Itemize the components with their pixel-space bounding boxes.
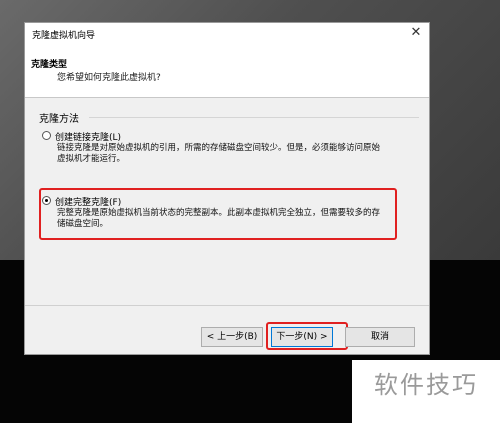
clone-method-group-label: 克隆方法	[39, 114, 79, 125]
wizard-header: 克隆类型 您希望如何克隆此虚拟机?	[25, 43, 429, 98]
back-button[interactable]: < 上一步(B)	[201, 327, 263, 347]
full-clone-description: 完整克隆是原始虚拟机当前状态的完整副本。此副本虚拟机完全独立，但需要较多的存储磁…	[57, 208, 381, 229]
cancel-button[interactable]: 取消	[345, 327, 415, 347]
next-button[interactable]: 下一步(N) >	[271, 327, 333, 347]
title-bar: 克隆虚拟机向导 ✕	[25, 23, 429, 43]
clone-vm-wizard-dialog: 克隆虚拟机向导 ✕ 克隆类型 您希望如何克隆此虚拟机? 克隆方法 创建链接克隆(…	[24, 22, 430, 355]
footer-divider	[25, 305, 429, 306]
close-icon[interactable]: ✕	[409, 26, 423, 40]
group-divider	[89, 117, 419, 118]
watermark: 软件技巧	[352, 360, 500, 423]
full-clone-radio[interactable]	[42, 196, 51, 205]
linked-clone-description: 链接克隆是对原始虚拟机的引用，所需的存储磁盘空间较少。但是，必须能够访问原始虚拟…	[57, 143, 381, 164]
page-subtitle: 您希望如何克隆此虚拟机?	[57, 73, 161, 83]
linked-clone-radio[interactable]	[42, 131, 51, 140]
page-title: 克隆类型	[31, 60, 68, 70]
linked-clone-label[interactable]: 创建链接克隆(L)	[55, 130, 121, 143]
window-title: 克隆虚拟机向导	[32, 31, 96, 41]
full-clone-label[interactable]: 创建完整克隆(F)	[55, 195, 121, 208]
